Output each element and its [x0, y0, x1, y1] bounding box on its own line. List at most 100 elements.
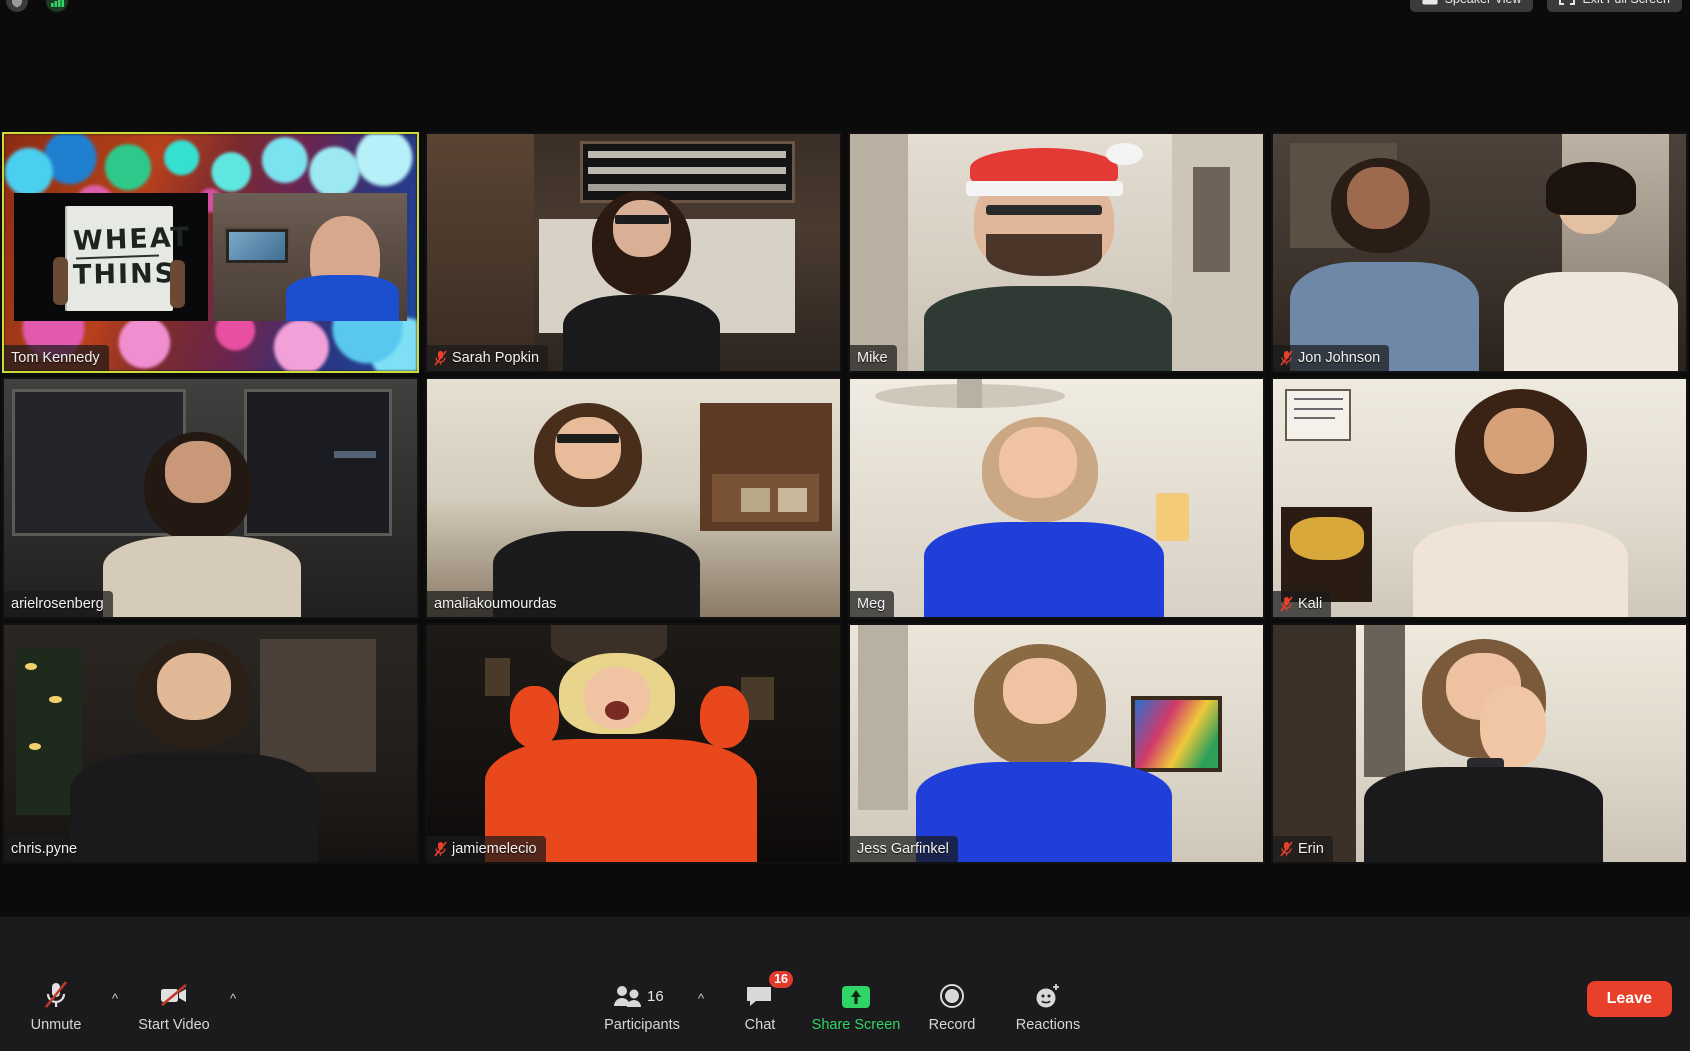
exit-fullscreen-button[interactable]: Exit Full Screen: [1547, 0, 1682, 12]
participant-video-feed: [1273, 624, 1686, 862]
video-tile-arielrosenberg[interactable]: arielrosenberg: [2, 377, 419, 619]
view-controls: Speaker View Exit Full Screen: [1409, 0, 1682, 12]
participant-name: Kali: [1298, 595, 1323, 612]
participant-name: Mike: [857, 350, 888, 367]
start-video-label: Start Video: [138, 1017, 210, 1033]
mic-muted-icon: [1280, 350, 1293, 366]
video-tile-chris-pyne[interactable]: chris.pyne: [2, 622, 419, 864]
unmute-label: Unmute: [30, 1017, 82, 1033]
participant-name: Erin: [1298, 840, 1324, 857]
participant-name: Tom Kennedy: [11, 350, 100, 367]
video-gallery-grid: WHEAT THINS Tom Kennedy Sarah Popkin Mik…: [0, 132, 1690, 864]
video-tile-meg[interactable]: Meg: [848, 377, 1265, 619]
mic-muted-icon: [1280, 841, 1293, 857]
exit-fullscreen-label: Exit Full Screen: [1582, 0, 1670, 6]
mic-muted-icon: [434, 841, 447, 857]
participant-video-feed: [427, 624, 840, 862]
selfie-pane: [212, 193, 407, 322]
share-screen-label: Share Screen: [811, 1017, 901, 1033]
participant-video-feed: [4, 379, 417, 617]
speaker-view-label: Speaker View: [1445, 0, 1522, 6]
shield-icon[interactable]: [6, 0, 28, 12]
speaker-view-button[interactable]: Speaker View: [1409, 0, 1534, 12]
video-options-caret-icon[interactable]: ^: [222, 985, 244, 1037]
record-label: Record: [928, 1017, 976, 1033]
participant-name-bar: Kali: [1273, 590, 1332, 617]
video-off-icon: [158, 980, 190, 1010]
reactions-label: Reactions: [1015, 1017, 1081, 1033]
video-tile-sarah-popkin[interactable]: Sarah Popkin: [425, 132, 842, 374]
participant-name-bar: amaliakoumourdas: [427, 590, 566, 617]
chat-button[interactable]: 16 Chat: [712, 971, 808, 1037]
video-tile-jamiemelecio[interactable]: jamiemelecio: [425, 622, 842, 864]
chat-bubble-icon: 16: [745, 971, 793, 1010]
participant-name: amaliakoumourdas: [434, 595, 557, 612]
start-video-button[interactable]: Start Video: [126, 976, 222, 1037]
chat-label: Chat: [744, 1017, 776, 1033]
reactions-button[interactable]: Reactions: [1000, 976, 1096, 1037]
participant-name-bar: Jess Garfinkel: [850, 835, 958, 862]
participant-name: chris.pyne: [11, 840, 78, 857]
participant-name: Sarah Popkin: [452, 350, 540, 367]
hand-left: [53, 257, 69, 306]
shared-sign-panel: WHEAT THINS: [14, 193, 209, 322]
participants-caret-icon[interactable]: ^: [690, 985, 712, 1037]
participant-video-feed: [850, 624, 1263, 862]
participants-count: 16: [647, 988, 664, 1005]
toolbar-left-group: Unmute ^ Start Video ^: [8, 976, 244, 1037]
video-tile-tom-kennedy[interactable]: WHEAT THINS Tom Kennedy: [2, 132, 419, 374]
participant-video-feed: [1273, 379, 1686, 617]
share-screen-button[interactable]: Share Screen: [808, 976, 904, 1037]
participant-video-feed: [850, 134, 1263, 372]
toolbar-right-group: Leave: [1586, 981, 1672, 1017]
mic-muted-icon: [1280, 596, 1293, 612]
participants-label: Participants: [604, 1017, 680, 1033]
mic-muted-icon: [43, 980, 69, 1010]
video-tile-jon-johnson[interactable]: Jon Johnson: [1271, 132, 1688, 374]
participant-video-feed: [4, 624, 417, 862]
participant-name: arielrosenberg: [11, 595, 104, 612]
participant-name-bar: Erin: [1273, 835, 1333, 862]
unmute-button[interactable]: Unmute: [8, 976, 104, 1037]
exit-fullscreen-icon: [1559, 0, 1576, 5]
participant-name: Meg: [857, 595, 886, 612]
meeting-status-icons: [6, 0, 68, 12]
people-icon: 16: [613, 980, 671, 1010]
video-tile-erin[interactable]: Erin: [1271, 622, 1688, 864]
record-button[interactable]: Record: [904, 976, 1000, 1037]
leave-button[interactable]: Leave: [1586, 981, 1672, 1017]
video-tile-mike[interactable]: Mike: [848, 132, 1265, 374]
share-screen-icon: [840, 980, 872, 1010]
top-bar: Speaker View Exit Full Screen: [0, 0, 1690, 14]
chat-unread-badge: 16: [769, 971, 793, 988]
audio-options-caret-icon[interactable]: ^: [104, 985, 126, 1037]
record-circle-icon: [938, 980, 966, 1010]
signal-green-icon[interactable]: [46, 0, 68, 12]
toolbar-center-group: 16 Participants ^ 16 Chat Share Screen R…: [594, 971, 1096, 1037]
participant-video-feed: [427, 134, 840, 372]
video-tile-kali[interactable]: Kali: [1271, 377, 1688, 619]
video-tile-amaliakoumourdas[interactable]: amaliakoumourdas: [425, 377, 842, 619]
meeting-toolbar: Unmute ^ Start Video ^ 16 Participants ^…: [0, 916, 1690, 1051]
participant-name-bar: Sarah Popkin: [427, 345, 549, 372]
sign-text-line1: WHEAT: [72, 221, 193, 258]
participant-name-bar: Jon Johnson: [1273, 345, 1390, 372]
sign-text-line2: THINS: [73, 257, 177, 291]
participants-button[interactable]: 16 Participants: [594, 976, 690, 1037]
participant-name: jamiemelecio: [452, 840, 537, 857]
participant-video-feed: [850, 379, 1263, 617]
participant-name-bar: chris.pyne: [4, 835, 87, 862]
zoom-meeting-window: Speaker View Exit Full Screen WHEAT TH: [0, 0, 1690, 1051]
hand-right: [170, 259, 186, 308]
notepad: WHEAT THINS: [64, 206, 192, 312]
participant-name: Jon Johnson: [1298, 350, 1381, 367]
smiley-plus-icon: [1033, 980, 1063, 1010]
participant-name: Jess Garfinkel: [857, 840, 949, 857]
participant-name-bar: arielrosenberg: [4, 590, 113, 617]
video-tile-jess-garfinkel[interactable]: Jess Garfinkel: [848, 622, 1265, 864]
participant-name-bar: Meg: [850, 590, 895, 617]
screen-icon: [1422, 0, 1438, 5]
tv-screen: [224, 226, 291, 266]
mic-muted-icon: [434, 350, 447, 366]
participant-video-feed: [1273, 134, 1686, 372]
